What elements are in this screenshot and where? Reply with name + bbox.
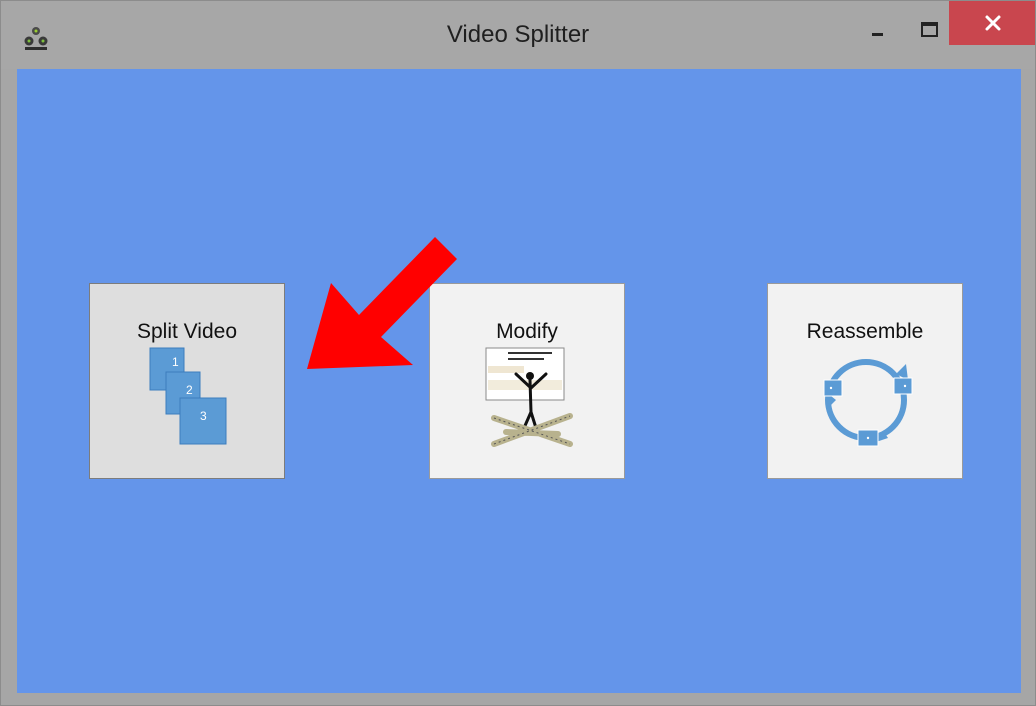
clip-art-figure-icon [485,347,573,447]
modify-label: Modify [496,320,558,343]
reassemble-button[interactable]: Reassemble [767,283,963,479]
main-panel: Split Video 1 2 3 Modify Reassemble [17,69,1021,693]
modify-button[interactable]: Modify [429,283,625,479]
numbered-stack-icon: 1 2 3 [149,347,227,445]
close-icon [985,15,1001,31]
close-button[interactable] [949,1,1035,45]
app-window: Video Splitter Split Video 1 2 3 Modify … [0,0,1036,706]
minimize-icon [872,33,883,36]
split-video-label: Split Video [136,320,238,343]
cycle-icon [823,359,913,447]
split-video-button[interactable]: Split Video 1 2 3 [89,283,285,479]
title-bar[interactable]: Video Splitter [1,1,1035,69]
reassemble-label: Reassemble [806,320,924,343]
red-arrow-icon [307,237,457,369]
stack-number-2: 2 [186,383,193,397]
stack-number-3: 3 [200,409,207,423]
stack-number-1: 1 [172,355,179,369]
minimize-button[interactable] [853,1,903,45]
